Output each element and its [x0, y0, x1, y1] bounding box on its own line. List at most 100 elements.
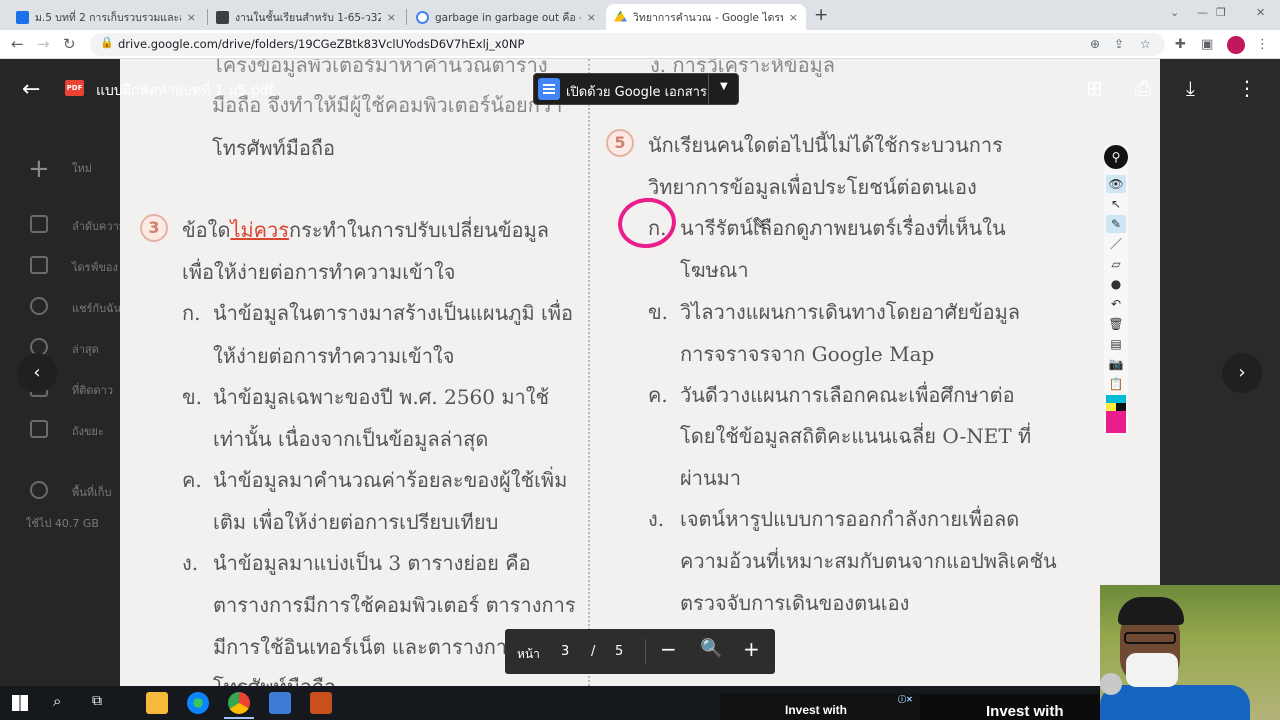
lock-icon[interactable]: 🔒: [100, 36, 114, 49]
q5-option-a-line-1: นารีรัตน์เลือกดูภาพยนตร์เรื่องที่เห็นใน: [680, 216, 1006, 240]
delete-icon[interactable]: 🗑: [1106, 315, 1126, 333]
whiteboard-icon[interactable]: ▤: [1106, 335, 1126, 353]
ad-right-text: Invest with: [986, 703, 1064, 720]
close-window-icon[interactable]: ✕: [1256, 6, 1265, 19]
print-icon[interactable]: ⎙: [1135, 76, 1151, 100]
drive-item-starred[interactable]: ที่ติดดาว: [72, 381, 113, 399]
classroom-favicon-icon: [16, 10, 29, 24]
address-bar[interactable]: 🔒 drive.google.com/drive/folders/19CGeZB…: [90, 33, 1165, 56]
tab-close-icon[interactable]: ×: [387, 11, 396, 24]
column-divider: [588, 59, 590, 686]
add-comment-icon[interactable]: ⊞: [1086, 76, 1103, 100]
profile-avatar[interactable]: [1227, 36, 1245, 54]
pointer-icon[interactable]: ↖: [1106, 195, 1126, 213]
maximize-icon[interactable]: ❐: [1216, 6, 1226, 19]
zoom-icon[interactable]: ⊕: [1090, 37, 1100, 51]
file-explorer-icon[interactable]: [146, 692, 168, 714]
drive-favicon-icon: [614, 10, 627, 22]
share-icon[interactable]: ⇪: [1114, 37, 1124, 51]
clipboard-icon[interactable]: 📋: [1106, 375, 1126, 393]
new-plus-icon[interactable]: +: [28, 154, 50, 184]
q3-option-d-line-3: มีการใช้อินเทอร์เน็ต และตารางการมี: [213, 635, 532, 659]
q5-option-d-line-2: ความอ้วนที่เหมาะสมกับตนจากแอปพลิเคชัน: [680, 549, 1057, 573]
google-docs-icon: [538, 78, 560, 100]
q3-option-d-line-2: ตารางการมีการใช้คอมพิวเตอร์ ตารางการ: [213, 593, 576, 617]
drive-item-my-drive[interactable]: ไดรฟ์ของ: [72, 258, 118, 276]
task-view-icon[interactable]: ⧉: [92, 693, 102, 709]
pin-icon[interactable]: ⚲: [1104, 145, 1128, 169]
eraser-icon[interactable]: ▱: [1106, 255, 1126, 273]
more-options-icon[interactable]: ⋮: [1237, 76, 1257, 100]
browser-tab-2[interactable]: งานในชั้นเรียนสำหรับ 1-65-ว32172 วิทยา ×: [208, 4, 404, 30]
dot-size-icon[interactable]: ●: [1106, 275, 1126, 293]
chrome-taskbar-icon[interactable]: [228, 692, 250, 714]
url-text[interactable]: drive.google.com/drive/folders/19CGeZBtk…: [118, 37, 524, 51]
edge-browser-icon[interactable]: [187, 692, 209, 714]
q3-option-b-line-1: นำข้อมูลเฉพาะของปี พ.ศ. 2560 มาใช้: [213, 385, 550, 409]
q5-option-d-label: ง.: [648, 507, 665, 531]
undo-icon[interactable]: ↶: [1106, 295, 1126, 313]
current-page-input[interactable]: 3: [561, 644, 569, 659]
drive-item-shared[interactable]: แชร์กับฉัน: [72, 299, 121, 317]
open-with-separator: [708, 74, 709, 104]
highlighter-icon[interactable]: ／: [1106, 235, 1126, 253]
tab-close-icon[interactable]: ×: [187, 11, 196, 24]
zoom-out-button[interactable]: −: [660, 637, 677, 661]
drive-item-recent[interactable]: ล่าสุด: [72, 340, 99, 358]
previous-file-icon[interactable]: ‹: [17, 353, 57, 393]
color-swatch-pink[interactable]: [1106, 411, 1126, 433]
new-tab-button[interactable]: +: [814, 5, 828, 25]
tab-title: งานในชั้นเรียนสำหรับ 1-65-ว32172 วิทยา: [235, 11, 381, 24]
eye-icon[interactable]: 👁: [1106, 175, 1126, 193]
tab-close-icon[interactable]: ×: [789, 11, 798, 24]
pen-icon[interactable]: ✎: [1106, 215, 1126, 233]
question-5-stem-line-2: วิทยาการข้อมูลเพื่อประโยชน์ต่อตนเอง: [648, 175, 977, 199]
color-swatch-cyan[interactable]: [1106, 395, 1126, 403]
side-panel-icon[interactable]: ▣: [1201, 37, 1213, 52]
search-icon[interactable]: ⌕: [53, 692, 61, 710]
download-icon[interactable]: ⤓: [1186, 76, 1195, 100]
google-favicon-icon: [416, 10, 429, 24]
chrome-menu-icon[interactable]: ⋮: [1256, 37, 1269, 52]
magnifier-icon[interactable]: 🔍: [700, 638, 722, 659]
ad-banner-right[interactable]: Invest with: [920, 694, 1100, 720]
ad-close-icon[interactable]: ⓘ✕: [898, 694, 913, 705]
window-menu-icon[interactable]: ⌄: [1170, 6, 1179, 19]
dropdown-caret-icon[interactable]: ▼: [720, 81, 728, 92]
browser-tab-1[interactable]: ม.5 บทที่ 2 การเก็บรวบรวมและสำรวจข้อ ×: [8, 4, 204, 30]
camera-icon[interactable]: 📷: [1106, 355, 1126, 373]
zoom-in-button[interactable]: +: [743, 637, 760, 661]
file-title: แบบฝึกหัดท้ายบทที่ 1 ม5.pdf: [96, 83, 274, 99]
open-with-label: เปิดด้วย Google เอกสาร: [566, 85, 707, 100]
extensions-icon[interactable]: ✚: [1175, 37, 1186, 52]
close-viewer-arrow-icon[interactable]: ←: [22, 77, 40, 102]
tab-title: garbage in garbage out คือ - Google: [435, 11, 581, 24]
ad-banner-left[interactable]: Invest with ⓘ✕: [720, 694, 920, 720]
q3-option-d-line-1: นำข้อมูลมาแบ่งเป็น 3 ตารางย่อย คือ: [213, 551, 531, 575]
classroom-favicon-icon: [216, 10, 229, 24]
open-with-button[interactable]: เปิดด้วย Google เอกสาร ▼: [533, 73, 739, 105]
drive-new-label[interactable]: ใหม่: [72, 159, 92, 177]
drive-item-priority[interactable]: ลำดับความ: [72, 217, 126, 235]
reload-icon[interactable]: ↻: [63, 35, 76, 53]
browser-tab-3[interactable]: garbage in garbage out คือ - Google ×: [408, 4, 604, 30]
app-taskbar-icon[interactable]: [269, 692, 291, 714]
bookmark-star-icon[interactable]: ☆: [1140, 37, 1151, 51]
color-swatch-yellow-black[interactable]: [1106, 403, 1126, 411]
presentation-taskbar-icon[interactable]: [310, 692, 332, 714]
tab-close-icon[interactable]: ×: [587, 11, 596, 24]
chrome-active-indicator: [224, 717, 254, 719]
q5-option-c-line-1: วันดีวางแผนการเลือกคณะเพื่อศึกษาต่อ: [680, 383, 1015, 407]
browser-tab-4-active[interactable]: วิทยาการคำนวณ - Google ไดรฟ์ ×: [606, 4, 806, 30]
storage-used: ใช้ไป 40.7 GB: [26, 517, 99, 530]
q3-stem-rest: กระทำในการปรับเปลี่ยนข้อมูล: [289, 218, 549, 242]
drive-item-storage[interactable]: พื้นที่เก็บ: [72, 483, 111, 501]
tab-title: วิทยาการคำนวณ - Google ไดรฟ์: [633, 11, 783, 24]
drive-item-trash[interactable]: ถังขยะ: [72, 422, 104, 440]
webcam-overlay: [1100, 585, 1280, 720]
next-file-icon[interactable]: ›: [1222, 353, 1262, 393]
windows-start-icon[interactable]: [12, 695, 28, 711]
forward-icon[interactable]: →: [37, 35, 50, 53]
back-icon[interactable]: ←: [11, 35, 24, 53]
minimize-icon[interactable]: —: [1197, 6, 1208, 19]
